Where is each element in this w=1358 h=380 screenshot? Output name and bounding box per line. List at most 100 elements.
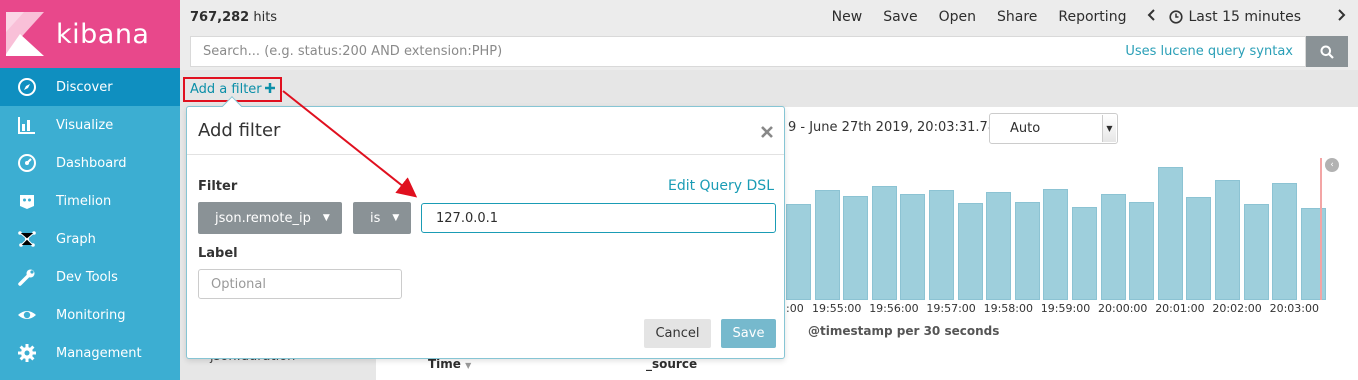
filter-value-input[interactable]: 127.0.0.1 [421,203,776,233]
sidebar-item-graph[interactable]: Graph [0,220,180,258]
hits-count: 767,282 hits [190,10,277,25]
sidebar-item-label: Visualize [56,117,114,133]
save-button[interactable]: Save [883,9,917,25]
edit-query-dsl-link[interactable]: Edit Query DSL [668,178,774,194]
chart-bar[interactable] [1072,207,1097,300]
share-button[interactable]: Share [997,9,1037,25]
reporting-button[interactable]: Reporting [1058,9,1126,25]
x-tick-label: 20:01:00 [1155,302,1205,315]
sidebar-item-visualize[interactable]: Visualize [0,106,180,144]
sidebar-item-timelion[interactable]: Timelion [0,182,180,220]
interval-value: Auto [1010,121,1041,136]
sidebar-item-management[interactable]: Management [0,334,180,372]
search-button[interactable] [1306,36,1348,67]
save-filter-button[interactable]: Save [721,319,776,348]
brand-name: kibana [56,18,150,50]
operator-dropdown[interactable]: is ▼ [353,202,411,234]
filter-bar [180,70,1358,107]
topbar: 767,282 hits New Save Open Share Reporti… [180,0,1358,34]
sidebar-item-dev-tools[interactable]: Dev Tools [0,258,180,296]
sidebar-item-label: Monitoring [56,307,126,323]
open-button[interactable]: Open [939,9,976,25]
search-bar: Search... (e.g. status:200 AND extension… [190,36,1348,67]
popover-title: Add filter [198,120,281,141]
chart-bar[interactable] [1272,183,1298,300]
chart-bar[interactable] [786,204,811,300]
chart-bar[interactable] [1129,202,1155,300]
column-header-time[interactable]: Time ▼ [428,357,471,371]
time-picker-label: Last 15 minutes [1188,9,1301,25]
histogram-chart [786,160,1331,300]
chart-bar[interactable] [843,196,869,300]
interval-select[interactable]: Auto ▼ [989,113,1118,144]
sidebar-item-label: Dashboard [56,155,127,171]
sidebar-item-monitoring[interactable]: Monitoring [0,296,180,334]
kibana-logo-icon [6,12,44,56]
lucene-syntax-link[interactable]: Uses lucene query syntax [1125,44,1293,59]
kibana-logo[interactable]: kibana [0,0,180,68]
chart-bar[interactable] [814,190,840,300]
bar-chart-icon [16,114,38,136]
sidebar-item-dashboard[interactable]: Dashboard [0,144,180,182]
time-prev-icon[interactable] [1147,9,1156,25]
chart-bar[interactable] [1043,189,1069,300]
caret-down-icon: ▼ [322,213,330,223]
sidebar-item-label: Graph [56,231,96,247]
chart-bar[interactable] [929,190,954,300]
close-icon[interactable] [761,119,773,143]
hits-number: 767,282 [190,9,250,25]
add-filter-popover: Add filter Filter Edit Query DSL json.re… [186,96,785,359]
chart-bar[interactable] [1157,167,1183,300]
hits-label: hits [253,9,278,25]
sidebar-item-label: Management [56,345,142,361]
time-next-icon[interactable] [1338,9,1346,25]
wrench-icon [16,266,38,288]
chevron-down-icon: ▼ [1102,115,1116,142]
collapse-chart-icon[interactable]: ‹ [1325,158,1339,172]
custom-label-label: Label [198,246,238,261]
search-placeholder: Search... (e.g. status:200 AND extension… [203,44,503,59]
field-dropdown[interactable]: json.remote_ip ▼ [198,202,342,234]
operator-dropdown-value: is [370,210,381,226]
x-tick-label: :00 [786,302,804,315]
sidebar-item-label: Discover [56,79,113,95]
x-tick-label: 19:58:00 [983,302,1033,315]
chart-bar[interactable] [1100,194,1126,300]
x-tick-label: 20:00:00 [1098,302,1148,315]
time-picker[interactable]: Last 15 minutes [1169,9,1322,25]
popover-header: Add filter [187,107,784,155]
sidebar-item-discover[interactable]: Discover [0,68,180,106]
column-header-time-label: Time [428,357,461,371]
gear-icon [16,342,38,364]
caret-down-icon: ▼ [392,213,400,223]
chart-bar[interactable] [986,192,1012,300]
chart-bar[interactable] [1300,208,1326,300]
time-marker-line [1320,158,1322,300]
x-tick-label: 20:02:00 [1212,302,1262,315]
x-tick-label: 20:03:00 [1269,302,1319,315]
new-button[interactable]: New [832,9,863,25]
search-input[interactable]: Search... (e.g. status:200 AND extension… [190,36,1306,67]
chart-bar[interactable] [1014,202,1040,300]
top-menu: New Save Open Share Reporting Last 15 mi… [832,9,1358,25]
graph-icon [16,228,38,250]
chart-bar[interactable] [871,186,897,300]
eye-icon [16,304,38,326]
chart-bar[interactable] [900,194,926,300]
sidebar: kibana Discover Visualize Dashboard Timelio… [0,0,180,380]
custom-label-input[interactable]: Optional [198,269,402,299]
chart-bar[interactable] [1243,204,1269,300]
filter-label: Filter [198,179,238,194]
compass-icon [16,76,38,98]
cancel-button[interactable]: Cancel [644,319,711,348]
dashboard-icon [16,152,38,174]
chart-bar[interactable] [1186,197,1212,300]
x-axis-title: @timestamp per 30 seconds [808,324,1000,338]
x-tick-label: 19:59:00 [1040,302,1091,315]
x-tick-label: 19:56:00 [869,302,919,315]
filter-value-text: 127.0.0.1 [436,210,499,226]
custom-label-placeholder: Optional [211,276,266,292]
chart-bar[interactable] [957,203,983,300]
chart-bar[interactable] [1215,180,1240,300]
sidebar-item-label: Dev Tools [56,269,118,285]
